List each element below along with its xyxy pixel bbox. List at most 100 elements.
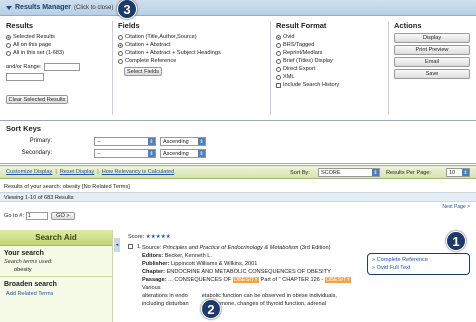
actions-column: Actions Display Print Preview Email Save	[394, 21, 470, 79]
option-label: XML	[283, 74, 295, 80]
results-manager-header[interactable]: Results Manager (Click to close)	[0, 0, 476, 16]
save-button[interactable]: Save	[394, 69, 470, 79]
next-page-link[interactable]: Next Page >	[442, 204, 470, 210]
format-xml[interactable]: XML	[276, 73, 386, 81]
click-to-close-hint[interactable]: (Click to close)	[74, 5, 113, 11]
radio-format-brief[interactable]	[276, 58, 281, 64]
secondary-order-select[interactable]: Ascending ⇕	[160, 149, 206, 158]
option-label: Citation + Abstract + Subject Headings	[125, 50, 221, 56]
record-source: Source: Principles and Practice of Endoc…	[142, 244, 362, 252]
select-value: 10	[449, 169, 456, 176]
option-label: Citation + Abstract	[125, 42, 171, 48]
reset-display-link[interactable]: Reset Display	[60, 169, 95, 175]
customize-display-link[interactable]: Customize Display	[6, 169, 52, 175]
secondary-field-select[interactable]: -- ⇕	[94, 149, 156, 158]
clear-selected-results-button[interactable]: Clear Selected Results	[6, 95, 68, 104]
source-label: Source:	[142, 245, 162, 251]
radio-field-abstract[interactable]	[118, 42, 123, 48]
record-chapter: Chapter: ENDOCRINE AND METABOLIC CONSEQU…	[142, 268, 362, 276]
radio-format-export[interactable]	[276, 66, 281, 72]
fields-column: Fields Citation (Title,Author,Source) Ci…	[118, 21, 268, 76]
email-button[interactable]: Email	[394, 57, 470, 67]
divider	[112, 21, 113, 115]
format-ovid[interactable]: Ovid	[276, 33, 386, 41]
fields-heading: Fields	[118, 21, 140, 30]
field-citation[interactable]: Citation (Title,Author,Source)	[118, 33, 268, 41]
callout-badge-2: 2	[201, 299, 221, 319]
select-value: --	[97, 138, 101, 145]
source-tail: (3rd Edition)	[298, 245, 331, 251]
passage-line-3: including disturban ith hormone, changes …	[142, 300, 362, 308]
search-term: obesity	[14, 267, 32, 273]
display-button[interactable]: Display	[394, 33, 470, 43]
select-arrow-icon: ⇕	[148, 138, 155, 145]
radio-field-citation[interactable]	[118, 34, 123, 40]
collapse-search-aid-icon[interactable]: ◂	[114, 238, 120, 252]
record-checkbox[interactable]	[128, 244, 133, 249]
format-brief[interactable]: Brief (Titles) Display	[276, 57, 386, 65]
primary-field-select[interactable]: -- ⇕	[94, 137, 156, 146]
goto-input[interactable]: 1	[25, 212, 48, 220]
callout-highlight-box	[367, 253, 470, 275]
radio-field-subjects[interactable]	[118, 50, 123, 56]
option-all-in-set[interactable]: All in this set (1-683)	[6, 49, 110, 57]
passage-text: ... CONSEQUENCES OF	[168, 277, 233, 283]
radio-selected[interactable]	[6, 34, 11, 40]
record-select[interactable]: 1.	[128, 244, 142, 308]
source-title[interactable]: Principles and Practice of Endocrinology…	[163, 245, 299, 251]
format-direct-export[interactable]: Direct Export	[276, 65, 386, 73]
goto-button[interactable]: GO >	[50, 212, 75, 220]
sort-by-select[interactable]: SCORE ⇕	[318, 168, 380, 177]
passage-line-2: alterations in endo etabolic function can…	[142, 292, 362, 300]
collapse-triangle-icon[interactable]	[6, 5, 12, 10]
checkbox-search-history[interactable]	[276, 82, 281, 88]
select-arrow-icon: ⇕	[462, 169, 469, 176]
format-reprint[interactable]: Reprint/Medlars	[276, 49, 386, 57]
radio-format-reprint[interactable]	[276, 50, 281, 56]
option-label: Complete Reference	[125, 58, 177, 64]
radio-format-brs[interactable]	[276, 42, 281, 48]
passage-text: Various	[142, 285, 161, 291]
passage-text: ith hormone, changes of thyroid function…	[204, 301, 326, 307]
field-citation-abstract[interactable]: Citation + Abstract	[118, 41, 268, 49]
results-per-page-label: Results Per Page:	[386, 170, 432, 176]
publisher-value: Lippincott Williams & Wilkins, 2001	[170, 261, 258, 267]
option-all-on-page[interactable]: All on this page	[6, 41, 110, 49]
secondary-label: Secondary:	[21, 150, 52, 156]
radio-field-complete[interactable]	[118, 58, 123, 64]
select-value: Ascending	[163, 138, 189, 145]
primary-order-select[interactable]: Ascending ⇕	[160, 137, 206, 146]
range-row: and/or Range:	[6, 63, 110, 71]
field-complete-reference[interactable]: Complete Reference	[118, 57, 268, 65]
option-label: BRS/Tagged	[283, 42, 315, 48]
relevancy-link[interactable]: How Relevancy is Calculated	[102, 169, 174, 175]
option-label: Include Search History	[283, 82, 340, 88]
select-fields-button[interactable]: Select Fields	[124, 67, 162, 76]
passage-text: alterations in endo	[142, 293, 188, 299]
range-input[interactable]	[44, 63, 81, 71]
select-arrow-icon: ⇕	[198, 150, 205, 157]
display-toolbar: Customize Display | Reset Display | How …	[0, 165, 476, 179]
include-search-history[interactable]: Include Search History	[276, 81, 386, 89]
radio-format-xml[interactable]	[276, 74, 281, 80]
results-of-search: Results of your search: obesity [No Rela…	[4, 184, 130, 190]
field-citation-abstract-subjects[interactable]: Citation + Abstract + Subject Headings	[118, 49, 268, 57]
passage-label: Passage:	[142, 277, 167, 283]
divider	[388, 21, 389, 115]
option-label: Brief (Titles) Display	[283, 58, 333, 64]
radio-all-page[interactable]	[6, 42, 11, 48]
option-selected-results[interactable]: Selected Results	[6, 33, 110, 41]
passage-text: including disturban	[142, 301, 189, 307]
results-per-page-select[interactable]: 10 ⇕	[446, 168, 470, 177]
broaden-search-section: Broaden search Add Related Terms	[4, 281, 108, 297]
add-related-terms-link[interactable]: Add Related Terms	[6, 291, 108, 297]
range-input-2[interactable]	[6, 73, 44, 81]
print-preview-button[interactable]: Print Preview	[394, 45, 470, 55]
actions-heading: Actions	[394, 21, 422, 30]
radio-all-set[interactable]	[6, 50, 11, 56]
select-value: Ascending	[163, 150, 189, 157]
goto-label: Go to #:	[4, 213, 24, 219]
radio-format-ovid[interactable]	[276, 34, 281, 40]
format-brs[interactable]: BRS/Tagged	[276, 41, 386, 49]
search-aid-panel: Search Aid Your search Search terms used…	[0, 230, 113, 322]
